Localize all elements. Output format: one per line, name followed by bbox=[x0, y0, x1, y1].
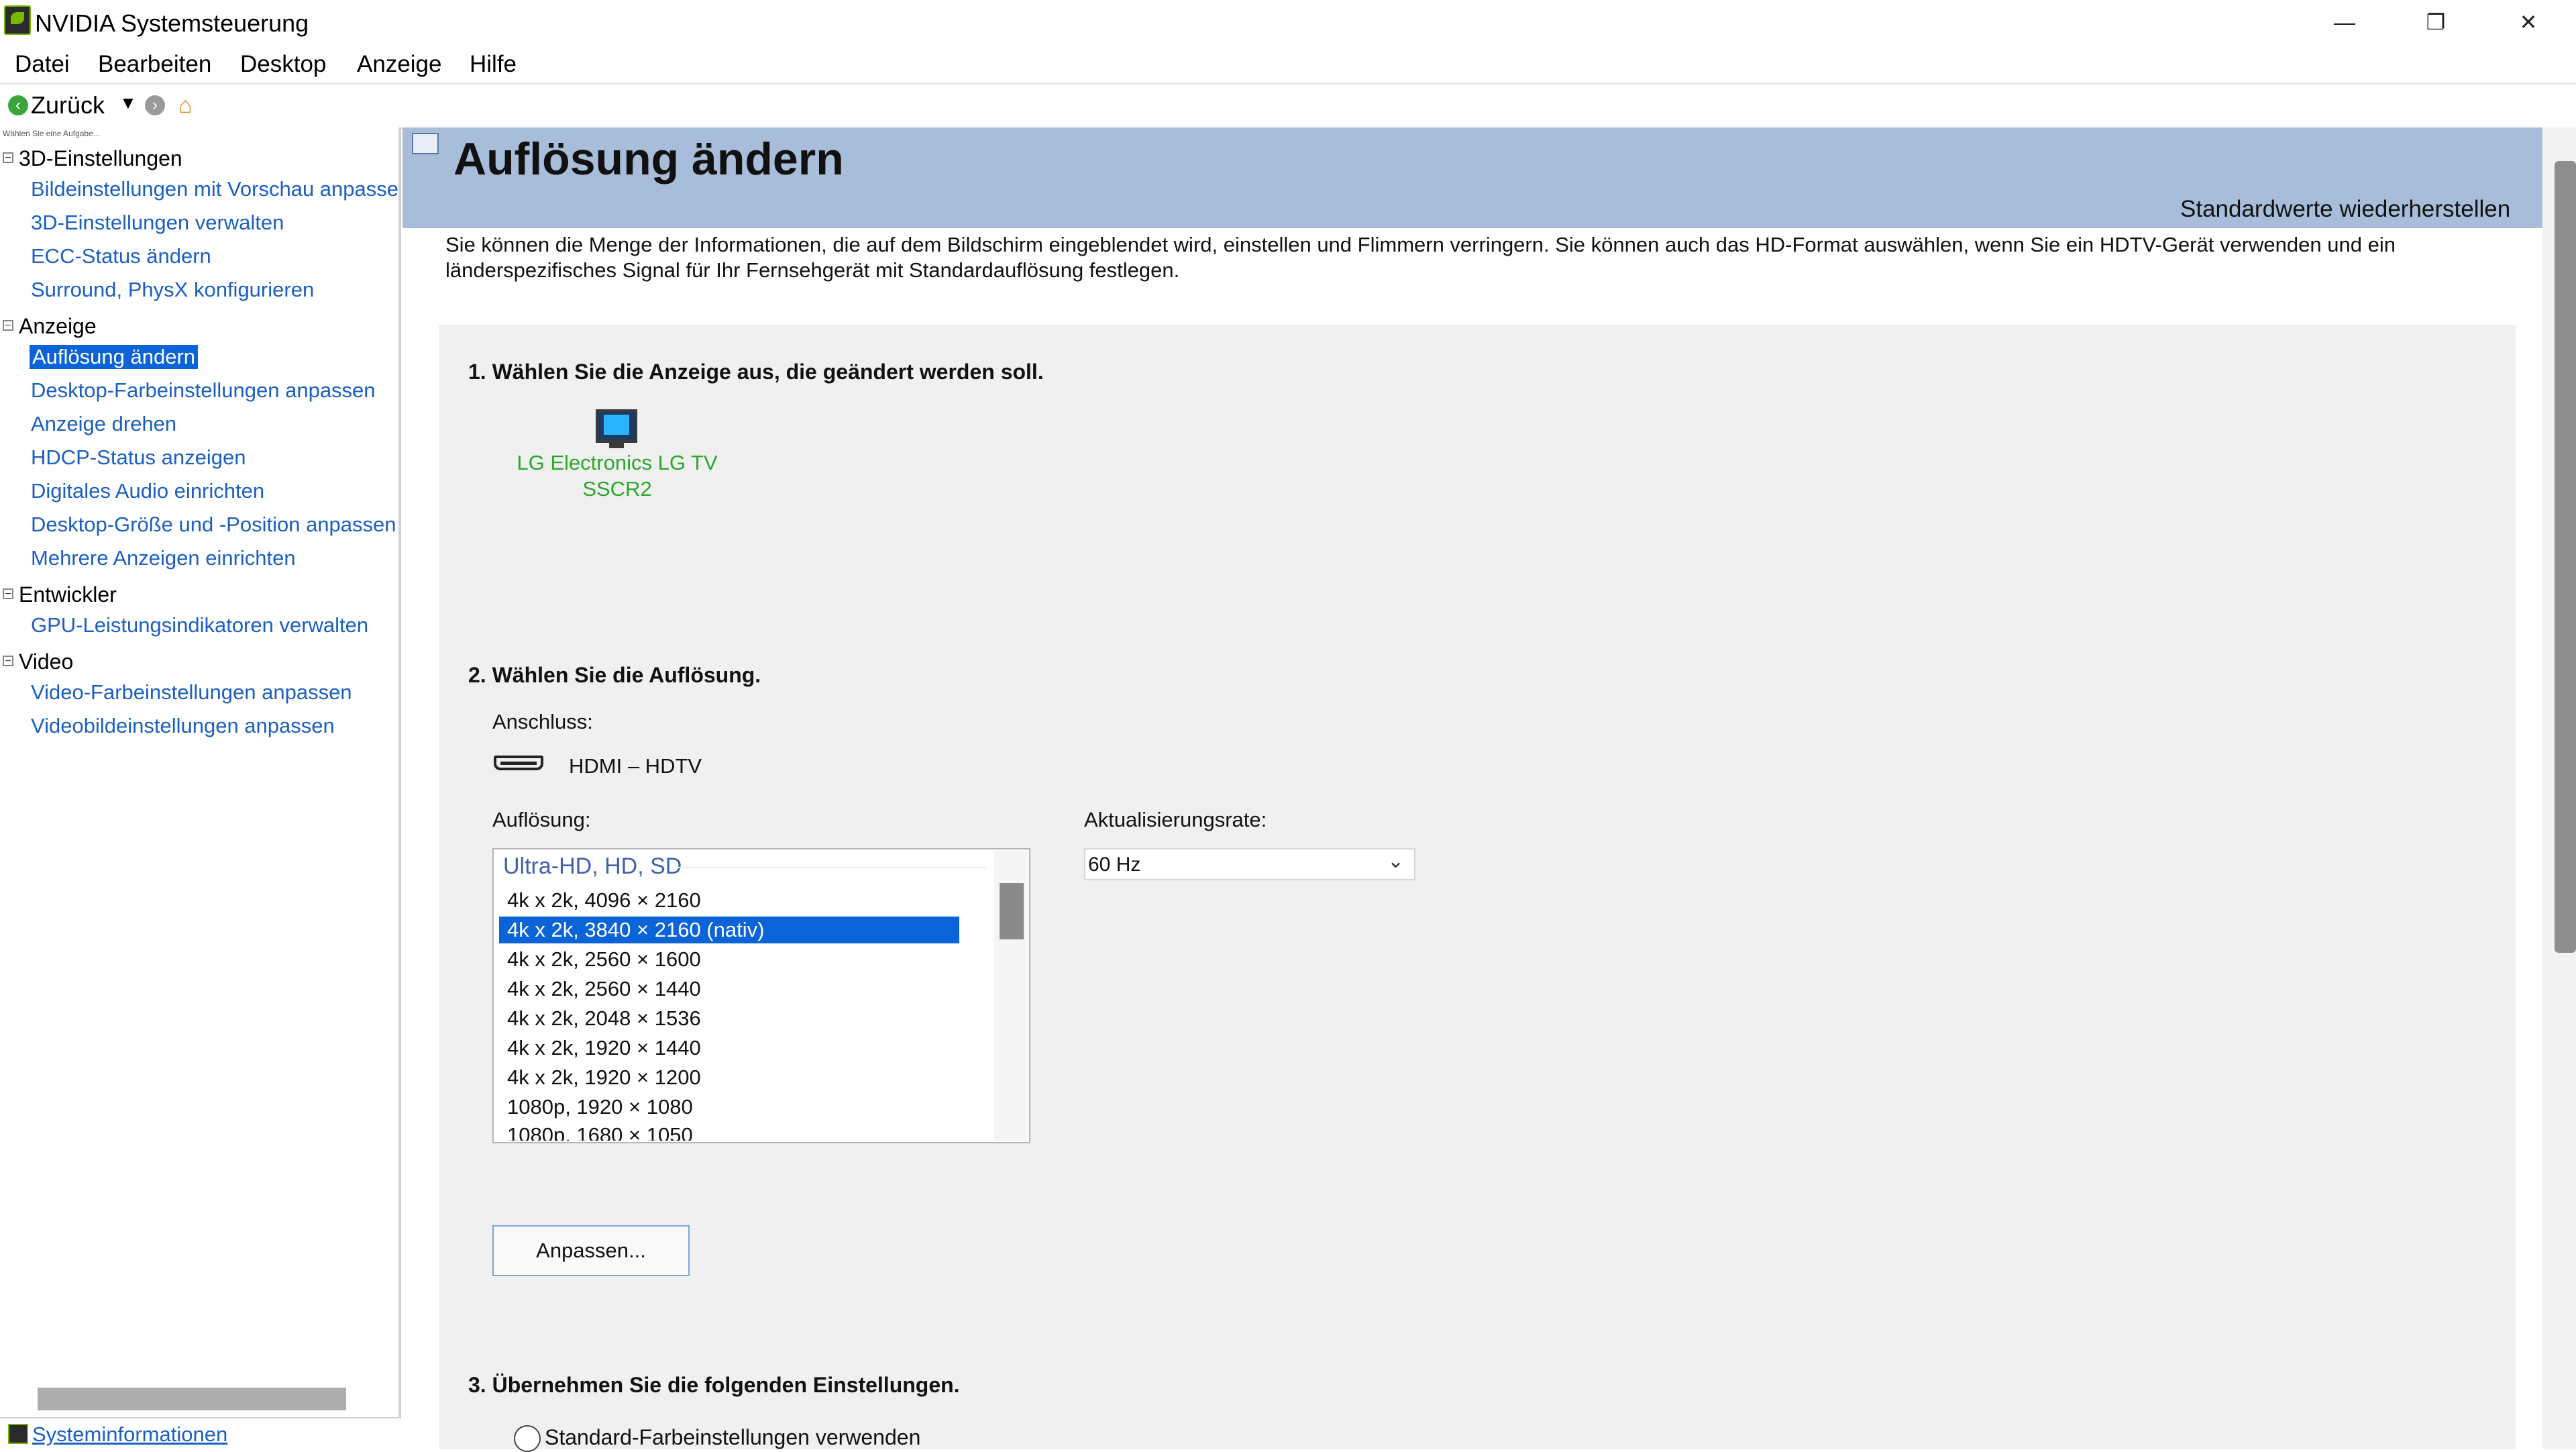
resolution-list-scroll-thumb[interactable] bbox=[1000, 883, 1024, 939]
resolution-label: Auflösung: bbox=[492, 808, 591, 831]
minimize-button[interactable]: — bbox=[2298, 0, 2391, 44]
step-2-heading: 2. Wählen Sie die Auflösung. bbox=[468, 663, 761, 687]
page-description: Sie können die Menge der Informationen, … bbox=[445, 233, 2396, 282]
customize-button[interactable]: Anpassen... bbox=[492, 1225, 690, 1276]
back-button[interactable]: Zurück bbox=[31, 91, 105, 119]
connector-value: HDMI – HDTV bbox=[569, 754, 702, 778]
task-hint: Wählen Sie eine Aufgabe... bbox=[3, 129, 100, 138]
refresh-rate-label: Aktualisierungsrate: bbox=[1084, 808, 1267, 831]
resolution-option[interactable]: 4k x 2k, 1920 × 1200 bbox=[499, 1064, 959, 1091]
collapse-video-icon[interactable]: − bbox=[3, 656, 13, 667]
maximize-button[interactable]: ❐ bbox=[2390, 0, 2482, 44]
navigation-bar bbox=[0, 85, 2576, 129]
resolution-option[interactable]: 4k x 2k, 2560 × 1440 bbox=[499, 976, 959, 1002]
close-button[interactable]: ✕ bbox=[2482, 0, 2575, 44]
display-name[interactable]: LG Electronics LG TV SSCR2 bbox=[510, 450, 724, 502]
category-video[interactable]: Video bbox=[19, 650, 73, 674]
content-scroll-thumb[interactable] bbox=[2555, 161, 2576, 953]
resolution-group-header: Ultra-HD, HD, SD bbox=[503, 853, 682, 879]
resolution-option[interactable]: 1080p, 1680 × 1050 bbox=[499, 1123, 959, 1141]
display-settings-icon bbox=[412, 133, 439, 154]
page-title: Auflösung ändern bbox=[453, 134, 844, 185]
resolution-option[interactable]: 4k x 2k, 2560 × 1600 bbox=[499, 946, 959, 973]
refresh-rate-value[interactable]: 60 Hz bbox=[1088, 853, 1140, 876]
system-info-link[interactable]: Systeminformationen bbox=[32, 1422, 227, 1447]
step-1-heading: 1. Wählen Sie die Anzeige aus, die geänd… bbox=[468, 360, 1044, 384]
sidebar-item-digital-audio[interactable]: Digitales Audio einrichten bbox=[31, 479, 264, 503]
sidebar-item-hdcp-status[interactable]: HDCP-Status anzeigen bbox=[31, 446, 246, 470]
sidebar-item-video-color[interactable]: Video-Farbeinstellungen anpassen bbox=[31, 680, 352, 705]
back-history-dropdown-icon[interactable]: ▼ bbox=[119, 93, 137, 113]
title-bar bbox=[0, 0, 2576, 44]
sidebar-item-video-image[interactable]: Videobildeinstellungen anpassen bbox=[31, 714, 335, 738]
resolution-option-selected[interactable]: 4k x 2k, 3840 × 2160 (nativ) bbox=[499, 917, 959, 943]
monitor-stand-icon bbox=[609, 443, 624, 448]
back-arrow-icon[interactable]: ‹ bbox=[8, 95, 28, 115]
hdmi-connector-icon bbox=[494, 756, 543, 770]
sidebar-item-change-resolution[interactable]: Auflösung ändern bbox=[30, 345, 199, 369]
forward-arrow-icon[interactable]: › bbox=[145, 95, 165, 115]
default-color-radio[interactable] bbox=[514, 1425, 541, 1452]
sidebar-item-desktop-color[interactable]: Desktop-Farbeinstellungen anpassen bbox=[31, 378, 376, 403]
group-divider bbox=[678, 867, 986, 868]
window-title: NVIDIA Systemsteuerung bbox=[35, 9, 309, 37]
resolution-option[interactable]: 4k x 2k, 2048 × 1536 bbox=[499, 1005, 959, 1032]
chevron-down-icon[interactable]: ⌄ bbox=[1387, 849, 1404, 873]
menu-datei[interactable]: Datei bbox=[15, 51, 70, 78]
home-icon[interactable]: ⌂ bbox=[178, 93, 193, 119]
step-3-heading: 3. Übernehmen Sie die folgenden Einstell… bbox=[468, 1373, 960, 1397]
default-color-radio-label[interactable]: Standard-Farbeinstellungen verwenden bbox=[545, 1425, 920, 1450]
restore-defaults-link[interactable]: Standardwerte wiederherstellen bbox=[2180, 196, 2510, 223]
menu-desktop[interactable]: Desktop bbox=[240, 51, 326, 78]
menu-anzeige[interactable]: Anzeige bbox=[357, 51, 441, 78]
connector-label: Anschluss: bbox=[492, 710, 593, 733]
category-developer[interactable]: Entwickler bbox=[19, 582, 117, 607]
sidebar-item-surround-physx[interactable]: Surround, PhysX konfigurieren bbox=[31, 278, 314, 302]
sidebar-item-image-settings-preview[interactable]: Bildeinstellungen mit Vorschau anpassen bbox=[31, 177, 400, 201]
sidebar-item-desktop-size-position[interactable]: Desktop-Größe und -Position anpassen bbox=[31, 513, 400, 537]
resolution-option[interactable]: 4k x 2k, 4096 × 2160 bbox=[499, 887, 959, 914]
category-3d-settings[interactable]: 3D-Einstellungen bbox=[19, 146, 182, 171]
sidebar-item-ecc-status[interactable]: ECC-Status ändern bbox=[31, 244, 211, 268]
sidebar-item-multiple-displays[interactable]: Mehrere Anzeigen einrichten bbox=[31, 546, 296, 570]
nvidia-logo-icon bbox=[4, 5, 31, 35]
sidebar-item-manage-3d-settings[interactable]: 3D-Einstellungen verwalten bbox=[31, 211, 284, 235]
collapse-3d-icon[interactable]: − bbox=[3, 152, 13, 164]
collapse-display-icon[interactable]: − bbox=[3, 320, 13, 331]
sidebar-item-gpu-counters[interactable]: GPU-Leistungsindikatoren verwalten bbox=[31, 613, 368, 637]
sidebar-horizontal-scrollbar[interactable] bbox=[38, 1388, 346, 1410]
monitor-icon[interactable] bbox=[596, 409, 637, 443]
collapse-developer-icon[interactable]: − bbox=[3, 588, 13, 600]
category-display[interactable]: Anzeige bbox=[19, 314, 97, 339]
menu-hilfe[interactable]: Hilfe bbox=[470, 51, 517, 78]
resolution-option[interactable]: 4k x 2k, 1920 × 1440 bbox=[499, 1035, 959, 1061]
system-info-icon bbox=[8, 1424, 28, 1444]
sidebar-item-rotate-display[interactable]: Anzeige drehen bbox=[31, 412, 176, 436]
resolution-option[interactable]: 1080p, 1920 × 1080 bbox=[499, 1094, 959, 1121]
menu-bearbeiten[interactable]: Bearbeiten bbox=[98, 51, 211, 78]
